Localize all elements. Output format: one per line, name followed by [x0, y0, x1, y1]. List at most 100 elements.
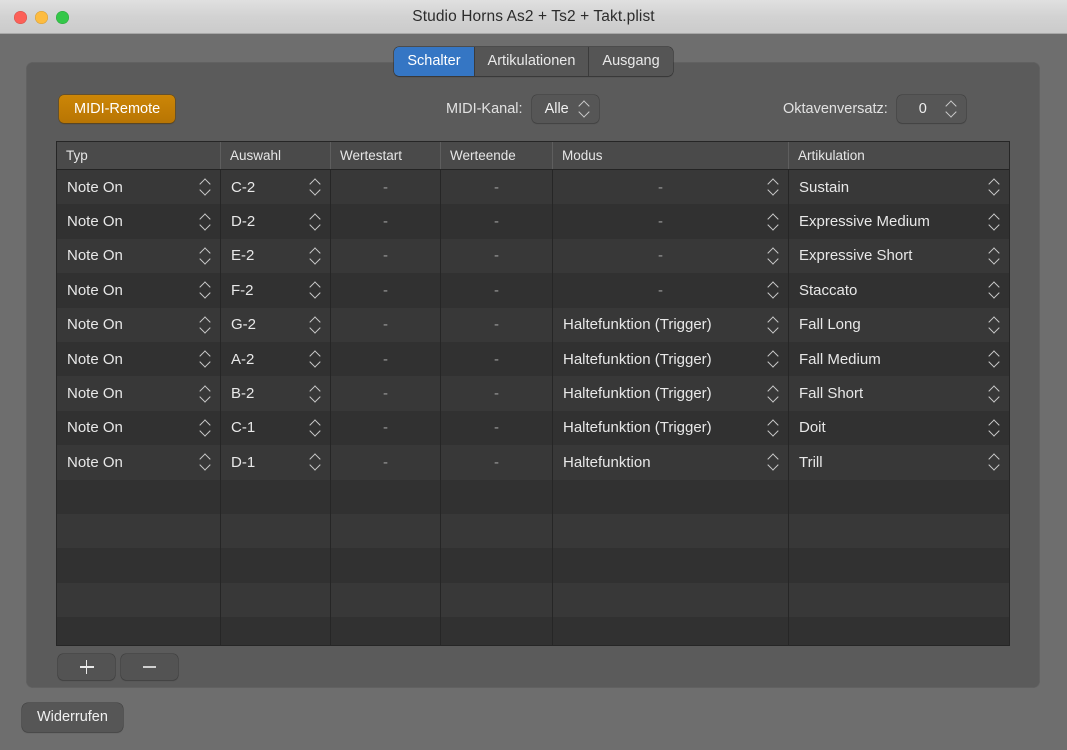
minimize-window-button[interactable] [35, 10, 48, 24]
cell-modus[interactable]: Haltefunktion (Trigger) [553, 410, 789, 446]
table-row[interactable]: Note On E-2 - - - Expressive Short [57, 238, 1009, 274]
table-row[interactable]: Note On G-2 - - Haltefunktion (Trigger) Fall … [57, 307, 1009, 342]
cell-modus[interactable]: - [553, 238, 789, 274]
cell-auswahl[interactable]: E-2 [221, 238, 331, 274]
cell-modus[interactable]: Haltefunktion (Trigger) [553, 376, 789, 411]
cell-artikulation[interactable]: Doit [789, 411, 1009, 445]
table-row[interactable]: Note On C-1 - - Haltefunktion (Trigger) Doit [57, 410, 1009, 446]
column-header-modus[interactable]: Modus [553, 142, 789, 169]
cell-auswahl[interactable]: B-2 [221, 376, 331, 411]
chevron-updown-icon[interactable] [989, 178, 1000, 196]
octave-offset-stepper[interactable]: 0 [896, 95, 966, 123]
table-row[interactable]: Note On A-2 - - Haltefunktion (Trigger) Fall … [57, 341, 1009, 377]
cell-typ[interactable]: Note On [57, 376, 221, 411]
table-row[interactable]: Note On D-2 - - - Expressive Medium [57, 204, 1009, 239]
chevron-updown-icon[interactable] [200, 419, 211, 437]
cell-auswahl[interactable]: A-2 [221, 341, 331, 377]
cell-typ[interactable]: Note On [57, 170, 221, 205]
chevron-updown-icon[interactable] [200, 453, 211, 471]
chevron-updown-icon[interactable] [310, 350, 321, 368]
cell-modus[interactable]: Haltefunktion (Trigger) [553, 307, 789, 342]
chevron-updown-icon[interactable] [310, 316, 321, 334]
chevron-updown-icon[interactable] [310, 178, 321, 196]
chevron-updown-icon[interactable] [989, 281, 1000, 299]
column-header-werteende[interactable]: Werteende [441, 142, 553, 169]
column-header-auswahl[interactable]: Auswahl [221, 142, 331, 169]
cell-artikulation[interactable]: Sustain [789, 170, 1009, 204]
midi-remote-button[interactable]: MIDI-Remote [59, 95, 176, 123]
cell-auswahl[interactable]: F-2 [221, 273, 331, 308]
chevron-updown-icon[interactable] [200, 178, 211, 196]
table-empty-row[interactable] [57, 479, 1009, 514]
chevron-updown-icon[interactable] [989, 385, 1000, 403]
table-empty-row[interactable] [57, 513, 1009, 549]
table-row[interactable]: Note On C-2 - - - Sustain [57, 170, 1009, 205]
close-window-button[interactable] [14, 10, 27, 24]
remove-row-button[interactable] [121, 654, 178, 680]
add-row-button[interactable] [58, 654, 115, 680]
table-empty-row[interactable] [57, 617, 1009, 645]
chevron-updown-icon[interactable] [310, 213, 321, 231]
chevron-updown-icon[interactable] [200, 247, 211, 265]
chevron-updown-icon[interactable] [989, 316, 1000, 334]
tab-schalter[interactable]: Schalter [394, 47, 475, 76]
column-header-typ[interactable]: Typ [57, 142, 221, 169]
chevron-updown-icon[interactable] [310, 247, 321, 265]
chevron-updown-icon[interactable] [200, 281, 211, 299]
chevron-updown-icon[interactable] [200, 213, 211, 231]
chevron-updown-icon[interactable] [768, 419, 779, 437]
table-row[interactable]: Note On B-2 - - Haltefunktion (Trigger) Fall … [57, 376, 1009, 411]
chevron-updown-icon[interactable] [768, 316, 779, 334]
tab-artikulationen[interactable]: Artikulationen [474, 47, 590, 76]
column-header-wertestart[interactable]: Wertestart [331, 142, 441, 169]
cell-modus[interactable]: - [553, 273, 789, 308]
cell-artikulation[interactable]: Fall Medium [789, 342, 1009, 376]
chevron-updown-icon[interactable] [200, 350, 211, 368]
cell-typ[interactable]: Note On [57, 204, 221, 239]
chevron-updown-icon[interactable] [768, 385, 779, 403]
table-row[interactable]: Note On F-2 - - - Staccato [57, 273, 1009, 308]
chevron-updown-icon[interactable] [768, 213, 779, 231]
chevron-updown-icon[interactable] [768, 247, 779, 265]
cell-auswahl[interactable]: C-2 [221, 170, 331, 205]
cell-auswahl[interactable]: D-1 [221, 445, 331, 480]
cell-artikulation[interactable]: Trill [789, 445, 1009, 479]
chevron-updown-icon[interactable] [768, 281, 779, 299]
cell-typ[interactable]: Note On [57, 341, 221, 377]
chevron-updown-icon[interactable] [310, 385, 321, 403]
chevron-updown-icon[interactable] [310, 281, 321, 299]
chevron-updown-icon[interactable] [200, 316, 211, 334]
cell-typ[interactable]: Note On [57, 238, 221, 274]
cell-artikulation[interactable]: Expressive Short [789, 239, 1009, 273]
column-header-artikulation[interactable]: Artikulation [789, 142, 1009, 169]
cell-modus[interactable]: Haltefunktion (Trigger) [553, 341, 789, 377]
chevron-updown-icon[interactable] [989, 419, 1000, 437]
chevron-updown-icon[interactable] [989, 213, 1000, 231]
chevron-updown-icon[interactable] [310, 419, 321, 437]
cell-typ[interactable]: Note On [57, 273, 221, 308]
cell-modus[interactable]: - [553, 170, 789, 205]
cell-typ[interactable]: Note On [57, 410, 221, 446]
tab-ausgang[interactable]: Ausgang [589, 47, 673, 76]
undo-button[interactable]: Widerrufen [22, 703, 123, 732]
cell-artikulation[interactable]: Fall Short [789, 376, 1009, 410]
cell-auswahl[interactable]: G-2 [221, 307, 331, 342]
cell-auswahl[interactable]: D-2 [221, 204, 331, 239]
midi-channel-select[interactable]: Alle [531, 95, 599, 123]
table-empty-row[interactable] [57, 582, 1009, 618]
chevron-updown-icon[interactable] [989, 453, 1000, 471]
cell-typ[interactable]: Note On [57, 445, 221, 480]
table-empty-row[interactable] [57, 548, 1009, 583]
chevron-updown-icon[interactable] [768, 350, 779, 368]
table-row[interactable]: Note On D-1 - - Haltefunktion Trill [57, 445, 1009, 480]
chevron-updown-icon[interactable] [989, 350, 1000, 368]
cell-typ[interactable]: Note On [57, 307, 221, 342]
chevron-updown-icon[interactable] [989, 247, 1000, 265]
zoom-window-button[interactable] [56, 10, 69, 24]
cell-artikulation[interactable]: Fall Long [789, 308, 1009, 342]
chevron-updown-icon[interactable] [768, 453, 779, 471]
cell-artikulation[interactable]: Staccato [789, 273, 1009, 307]
chevron-updown-icon[interactable] [310, 453, 321, 471]
cell-modus[interactable]: Haltefunktion [553, 445, 789, 480]
cell-modus[interactable]: - [553, 204, 789, 239]
